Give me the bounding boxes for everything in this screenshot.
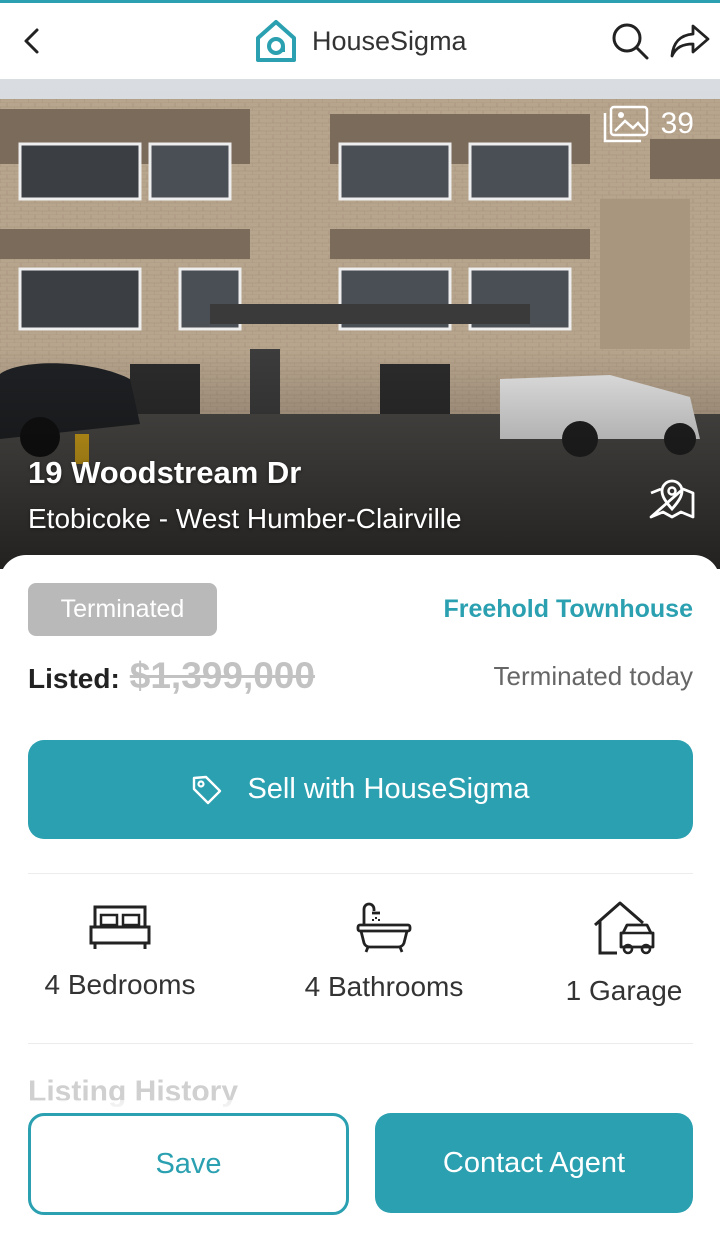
feature-bedrooms: 4 Bedrooms <box>30 901 210 1001</box>
bathtub-icon <box>356 902 412 953</box>
listed-label: Listed: <box>28 663 120 694</box>
map-pin-icon <box>649 479 695 519</box>
contact-agent-button[interactable]: Contact Agent <box>375 1113 693 1213</box>
price-tag-icon <box>193 775 222 804</box>
listed-price-row: Listed: $1,399,000 <box>28 655 315 697</box>
gallery-icon <box>603 105 648 143</box>
photo-count-value: 39 <box>660 107 694 140</box>
bedrooms-label: 4 Bedrooms <box>44 969 196 1000</box>
house-photo <box>0 79 720 569</box>
sell-button-label: Sell with HouseSigma <box>247 773 530 805</box>
feature-garage: 1 Garage <box>554 901 694 1007</box>
sell-with-housesigma-button[interactable]: Sell with HouseSigma <box>28 740 693 839</box>
listing-area: Etobicoke - West Humber-Clairville <box>28 503 462 534</box>
photo-count[interactable]: 39 <box>603 105 694 143</box>
brand: HouseSigma <box>254 17 467 65</box>
search-button[interactable] <box>606 17 654 65</box>
search-icon <box>612 23 649 60</box>
bottom-action-bar: Save Contact Agent <box>0 1100 720 1240</box>
feature-bathrooms: 4 Bathrooms <box>290 901 478 1003</box>
bed-icon <box>89 905 151 949</box>
listed-price: $1,399,000 <box>129 655 315 696</box>
listing-photo-hero[interactable]: 39 19 Woodstream Dr Etobicoke - West Hum… <box>0 79 720 569</box>
share-icon <box>670 24 710 58</box>
back-button[interactable] <box>8 17 56 65</box>
status-date: Terminated today <box>493 661 693 691</box>
chevron-left-icon <box>24 28 39 54</box>
status-badge: Terminated <box>28 583 217 636</box>
app-header: HouseSigma <box>0 3 720 79</box>
divider <box>28 873 693 874</box>
property-type: Freehold Townhouse <box>443 595 693 623</box>
garage-icon <box>594 901 655 955</box>
listing-address: 19 Woodstream Dr <box>28 455 302 490</box>
bathrooms-label: 4 Bathrooms <box>304 971 464 1002</box>
save-button[interactable]: Save <box>28 1113 349 1215</box>
share-button[interactable] <box>666 17 714 65</box>
divider <box>28 1043 693 1044</box>
garage-label: 1 Garage <box>565 975 683 1006</box>
housesigma-logo-icon <box>256 20 296 62</box>
map-button[interactable] <box>646 475 698 523</box>
brand-name: HouseSigma <box>312 25 467 56</box>
